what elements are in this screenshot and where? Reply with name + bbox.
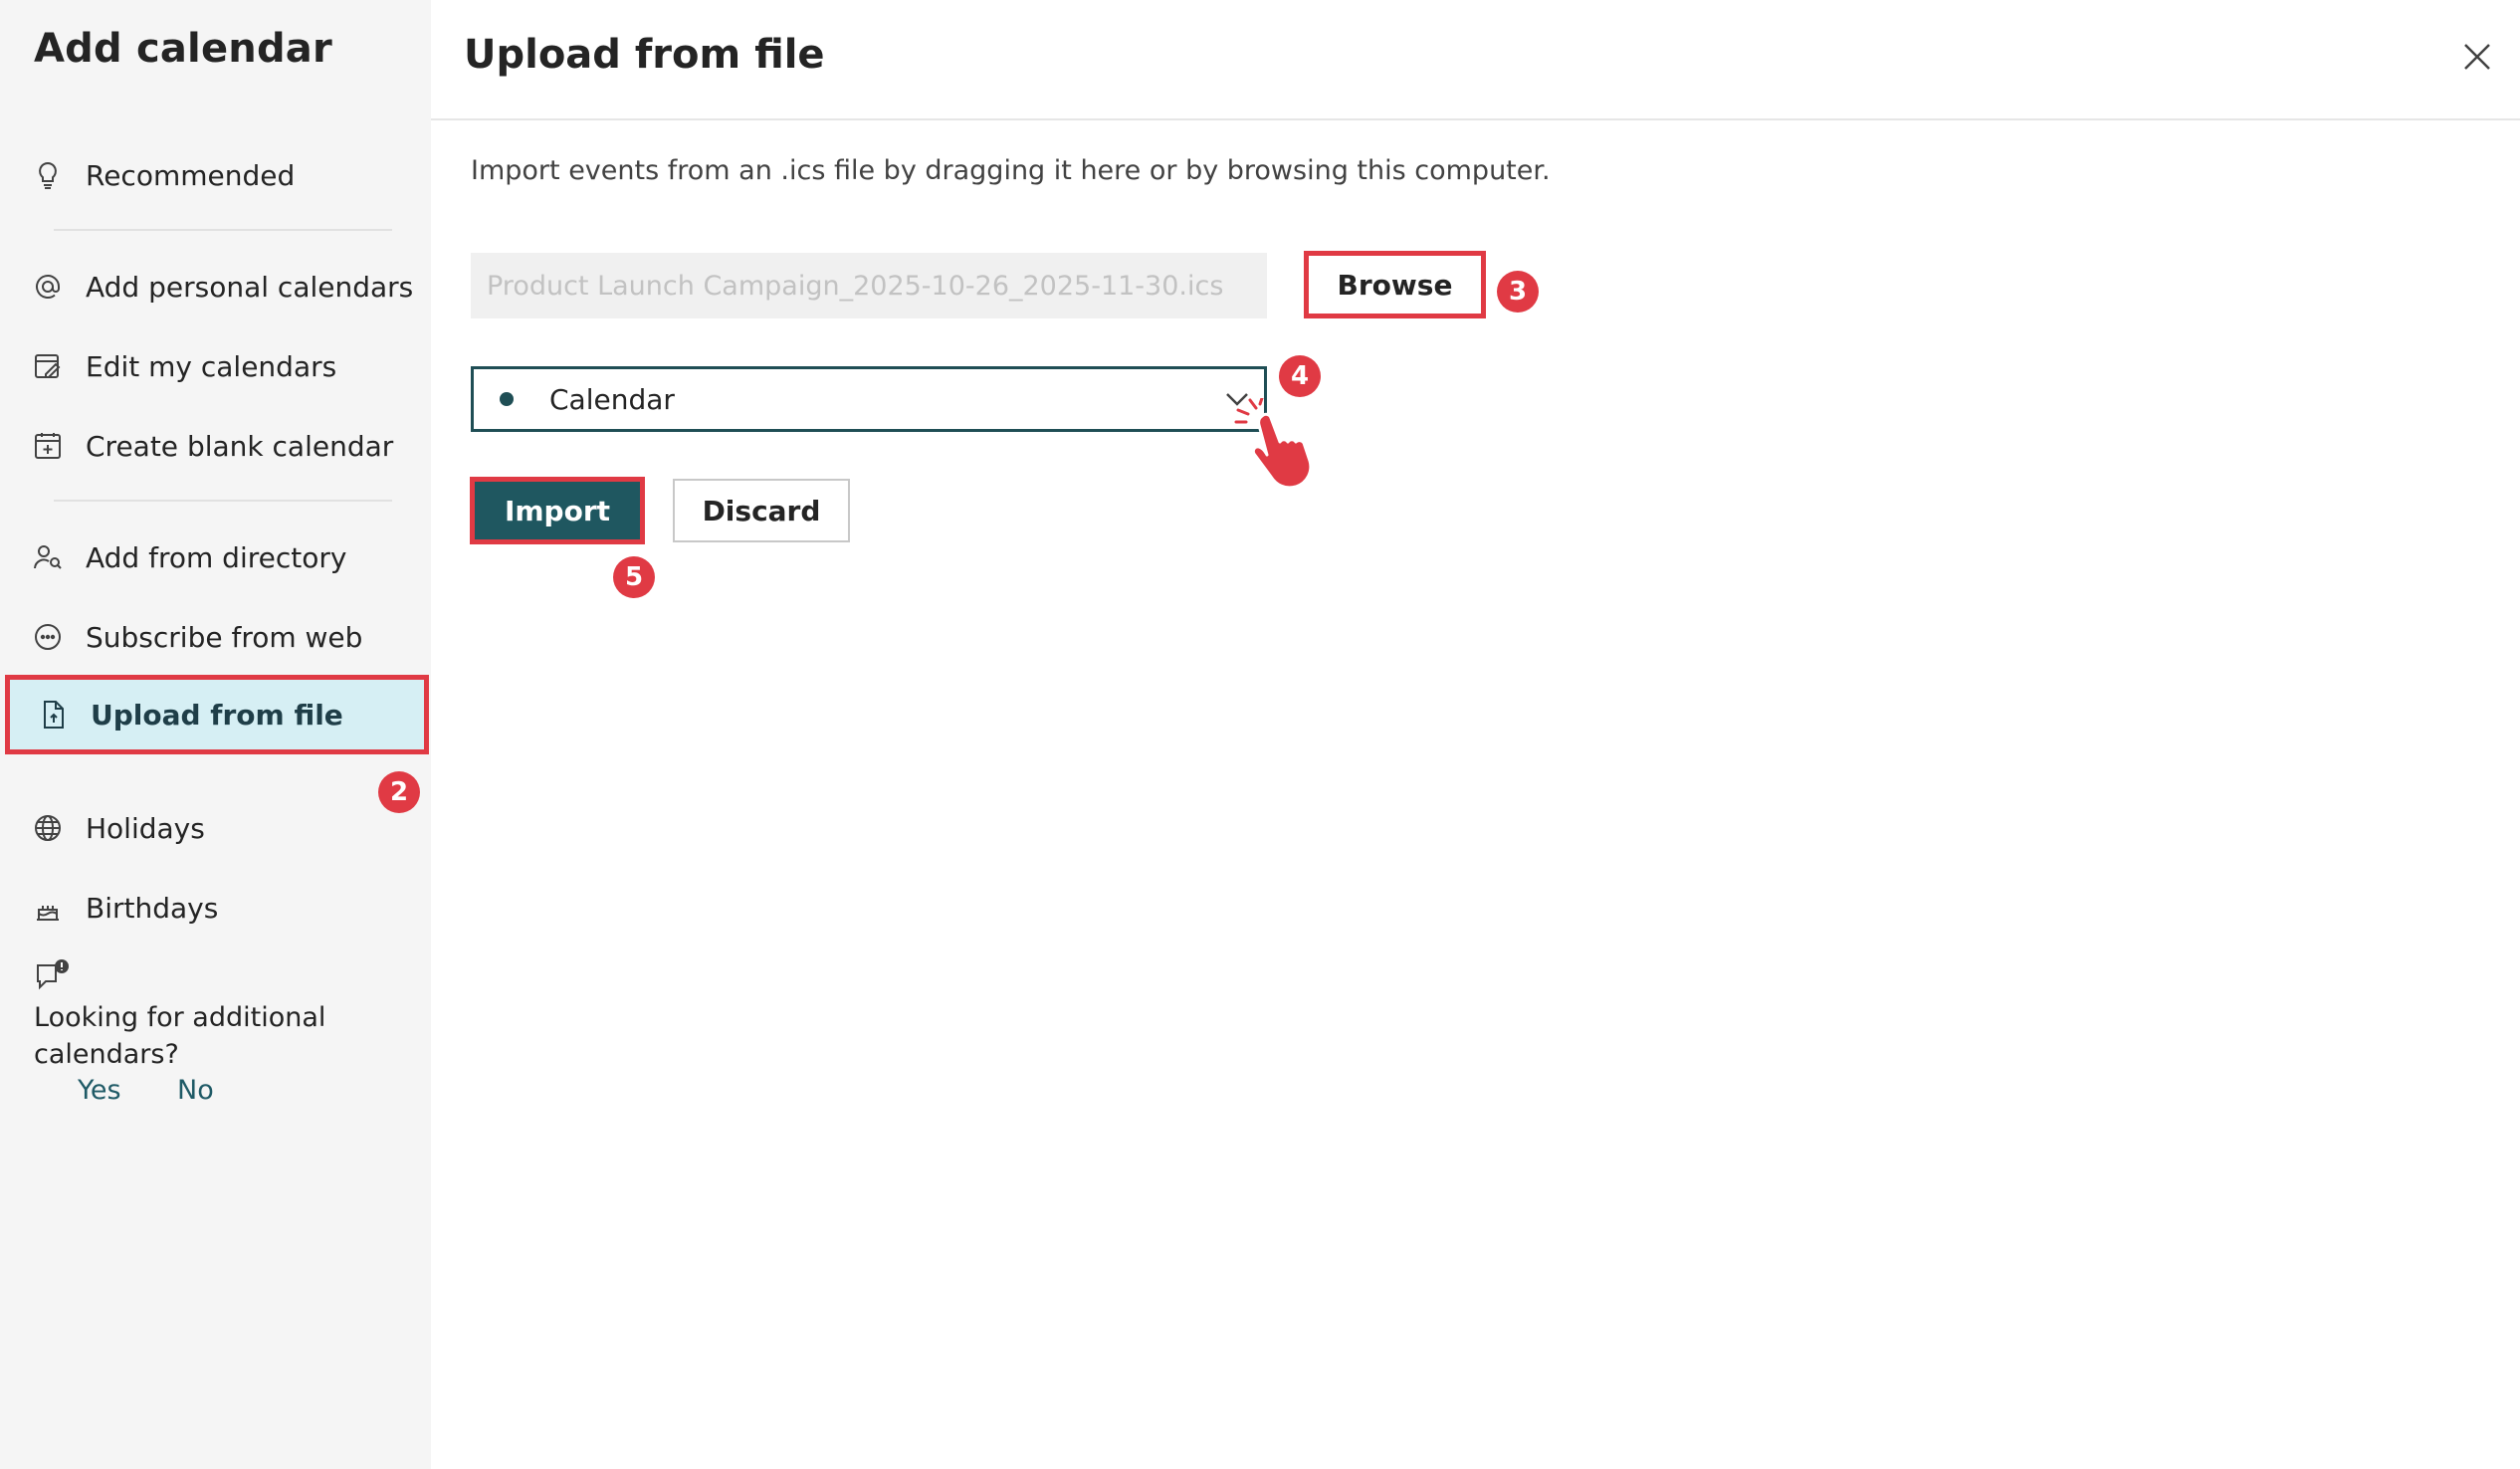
sidebar-title: Add calendar: [34, 26, 332, 72]
feedback-question: Looking for additional calendars?: [34, 1002, 326, 1070]
sidebar-item-add-directory[interactable]: Add from directory: [0, 518, 431, 597]
globe-icon: [32, 812, 64, 844]
step-badge: 3: [1497, 271, 1539, 313]
browse-button[interactable]: Browse: [1304, 251, 1486, 318]
sidebar-item-label: Upload from file: [91, 698, 343, 732]
lightbulb-icon: [32, 159, 64, 191]
chat-alert-icon: [37, 959, 69, 990]
header-divider: [431, 118, 2520, 120]
sidebar-item-label: Subscribe from web: [86, 620, 363, 654]
people-search-icon: [32, 541, 64, 573]
sidebar-item-add-personal[interactable]: Add personal calendars: [0, 247, 431, 326]
sidebar-item-label: Edit my calendars: [86, 349, 337, 383]
sidebar-item-birthdays[interactable]: Birthdays: [0, 868, 431, 947]
file-name-field[interactable]: Product Launch Campaign_2025-10-26_2025-…: [471, 253, 1267, 318]
page-title: Upload from file: [464, 32, 825, 78]
sidebar-item-label: Recommended: [86, 158, 296, 192]
divider: [54, 229, 392, 231]
document-arrow-icon: [37, 699, 69, 731]
hand-pointer-icon: [1234, 398, 1313, 490]
calendar-select[interactable]: Calendar: [471, 366, 1267, 432]
web-link-icon: [32, 621, 64, 653]
sidebar-item-recommended[interactable]: Recommended: [0, 135, 431, 215]
sidebar-item-label: Birthdays: [86, 891, 219, 925]
close-icon[interactable]: [2458, 38, 2496, 76]
step-badge: 5: [613, 556, 655, 598]
edit-calendar-icon: [32, 350, 64, 382]
discard-button[interactable]: Discard: [673, 479, 850, 542]
divider: [54, 500, 392, 502]
sidebar-item-label: Add personal calendars: [86, 270, 414, 304]
sidebar-item-label: Holidays: [86, 811, 205, 845]
step-badge: 4: [1279, 355, 1321, 397]
calendar-color-dot: [500, 392, 514, 406]
at-sign-icon: [32, 271, 64, 303]
sidebar-item-create-blank[interactable]: Create blank calendar: [0, 406, 431, 486]
feedback-yes-button[interactable]: Yes: [78, 1075, 121, 1106]
import-button[interactable]: Import: [470, 477, 645, 544]
cake-icon: [32, 892, 64, 924]
instructions-text: Import events from an .ics file by dragg…: [471, 155, 1551, 186]
sidebar-item-label: Create blank calendar: [86, 429, 394, 463]
calendar-add-icon: [32, 430, 64, 462]
sidebar-item-label: Add from directory: [86, 540, 347, 574]
sidebar: Add calendar Recommended Add personal ca…: [0, 0, 431, 1469]
sidebar-item-subscribe-web[interactable]: Subscribe from web: [0, 597, 431, 677]
feedback-no-button[interactable]: No: [177, 1075, 214, 1106]
sidebar-item-upload-file[interactable]: Upload from file: [5, 675, 429, 754]
calendar-select-value: Calendar: [549, 382, 675, 416]
sidebar-item-holidays[interactable]: Holidays: [0, 788, 431, 868]
sidebar-item-edit-calendars[interactable]: Edit my calendars: [0, 326, 431, 406]
